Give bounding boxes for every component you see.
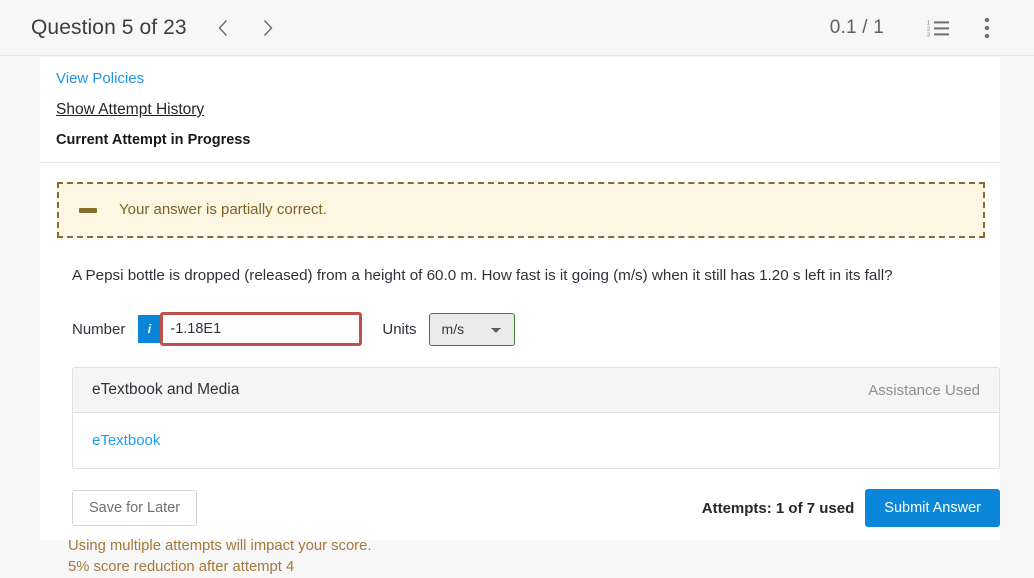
minus-icon xyxy=(79,207,97,213)
alert-message: Your answer is partially correct. xyxy=(119,201,327,218)
etextbook-link[interactable]: eTextbook xyxy=(92,432,160,449)
info-icon[interactable]: i xyxy=(138,315,161,343)
assistance-used-label: Assistance Used xyxy=(868,381,980,399)
attempt-links: View Policies Show Attempt History Curre… xyxy=(56,57,984,149)
units-select[interactable]: m/s xyxy=(428,312,515,346)
question-list-button[interactable]: 1 2 3 xyxy=(922,11,956,45)
show-attempt-history-link[interactable]: Show Attempt History xyxy=(56,100,204,119)
question-text: A Pepsi bottle is dropped (released) fro… xyxy=(72,267,893,284)
panel-body: eTextbook xyxy=(73,413,999,468)
number-input-wrapper xyxy=(160,312,363,346)
panel-header: eTextbook and Media Assistance Used xyxy=(73,368,999,413)
view-policies-link[interactable]: View Policies xyxy=(56,69,144,88)
warning-line-1: Using multiple attempts will impact your… xyxy=(68,538,372,554)
number-input[interactable] xyxy=(164,316,359,342)
attempts-counter: Attempts: 1 of 7 used xyxy=(701,499,855,517)
submit-group: Attempts: 1 of 7 used Submit Answer xyxy=(702,489,1000,527)
numbered-list-icon: 1 2 3 xyxy=(927,20,949,38)
question-card: View Policies Show Attempt History Curre… xyxy=(40,57,1000,575)
chevron-left-icon xyxy=(218,19,228,36)
kebab-menu-icon xyxy=(984,17,990,38)
attempt-warnings: Using multiple attempts will impact your… xyxy=(68,536,984,578)
next-question-button[interactable] xyxy=(256,13,282,43)
panel-title: eTextbook and Media xyxy=(92,381,240,398)
action-bar: Save for Later Attempts: 1 of 7 used Sub… xyxy=(72,489,1000,527)
warning-line-2: 5% score reduction after attempt 4 xyxy=(68,559,295,575)
card-content: View Policies Show Attempt History Curre… xyxy=(40,57,1000,578)
toolbar-right-group: 0.1 / 1 1 2 3 xyxy=(830,11,1004,45)
current-attempt-heading: Current Attempt in Progress xyxy=(56,132,251,148)
save-for-later-button[interactable]: Save for Later xyxy=(72,490,198,526)
number-label: Number xyxy=(72,320,126,338)
page-title: Question 5 of 23 xyxy=(31,15,187,39)
units-label: Units xyxy=(382,320,417,338)
question-toolbar: Question 5 of 23 0.1 / 1 1 2 3 xyxy=(0,0,1034,56)
submit-answer-button[interactable]: Submit Answer xyxy=(865,489,1000,527)
question-navigation xyxy=(210,13,282,43)
svg-text:3: 3 xyxy=(927,32,930,38)
more-options-button[interactable] xyxy=(970,11,1004,45)
attempt-history-row: Show Attempt History xyxy=(56,88,984,119)
partially-correct-alert: Your answer is partially correct. xyxy=(57,182,985,238)
answer-input-row: Number i Units m/s xyxy=(72,312,984,346)
view-policies-row: View Policies xyxy=(56,69,984,88)
previous-question-button[interactable] xyxy=(210,13,236,43)
score-display: 0.1 / 1 xyxy=(829,16,884,38)
etextbook-media-panel: eTextbook and Media Assistance Used eTex… xyxy=(72,367,1000,469)
chevron-right-icon xyxy=(264,19,273,36)
section-divider xyxy=(40,162,1000,163)
